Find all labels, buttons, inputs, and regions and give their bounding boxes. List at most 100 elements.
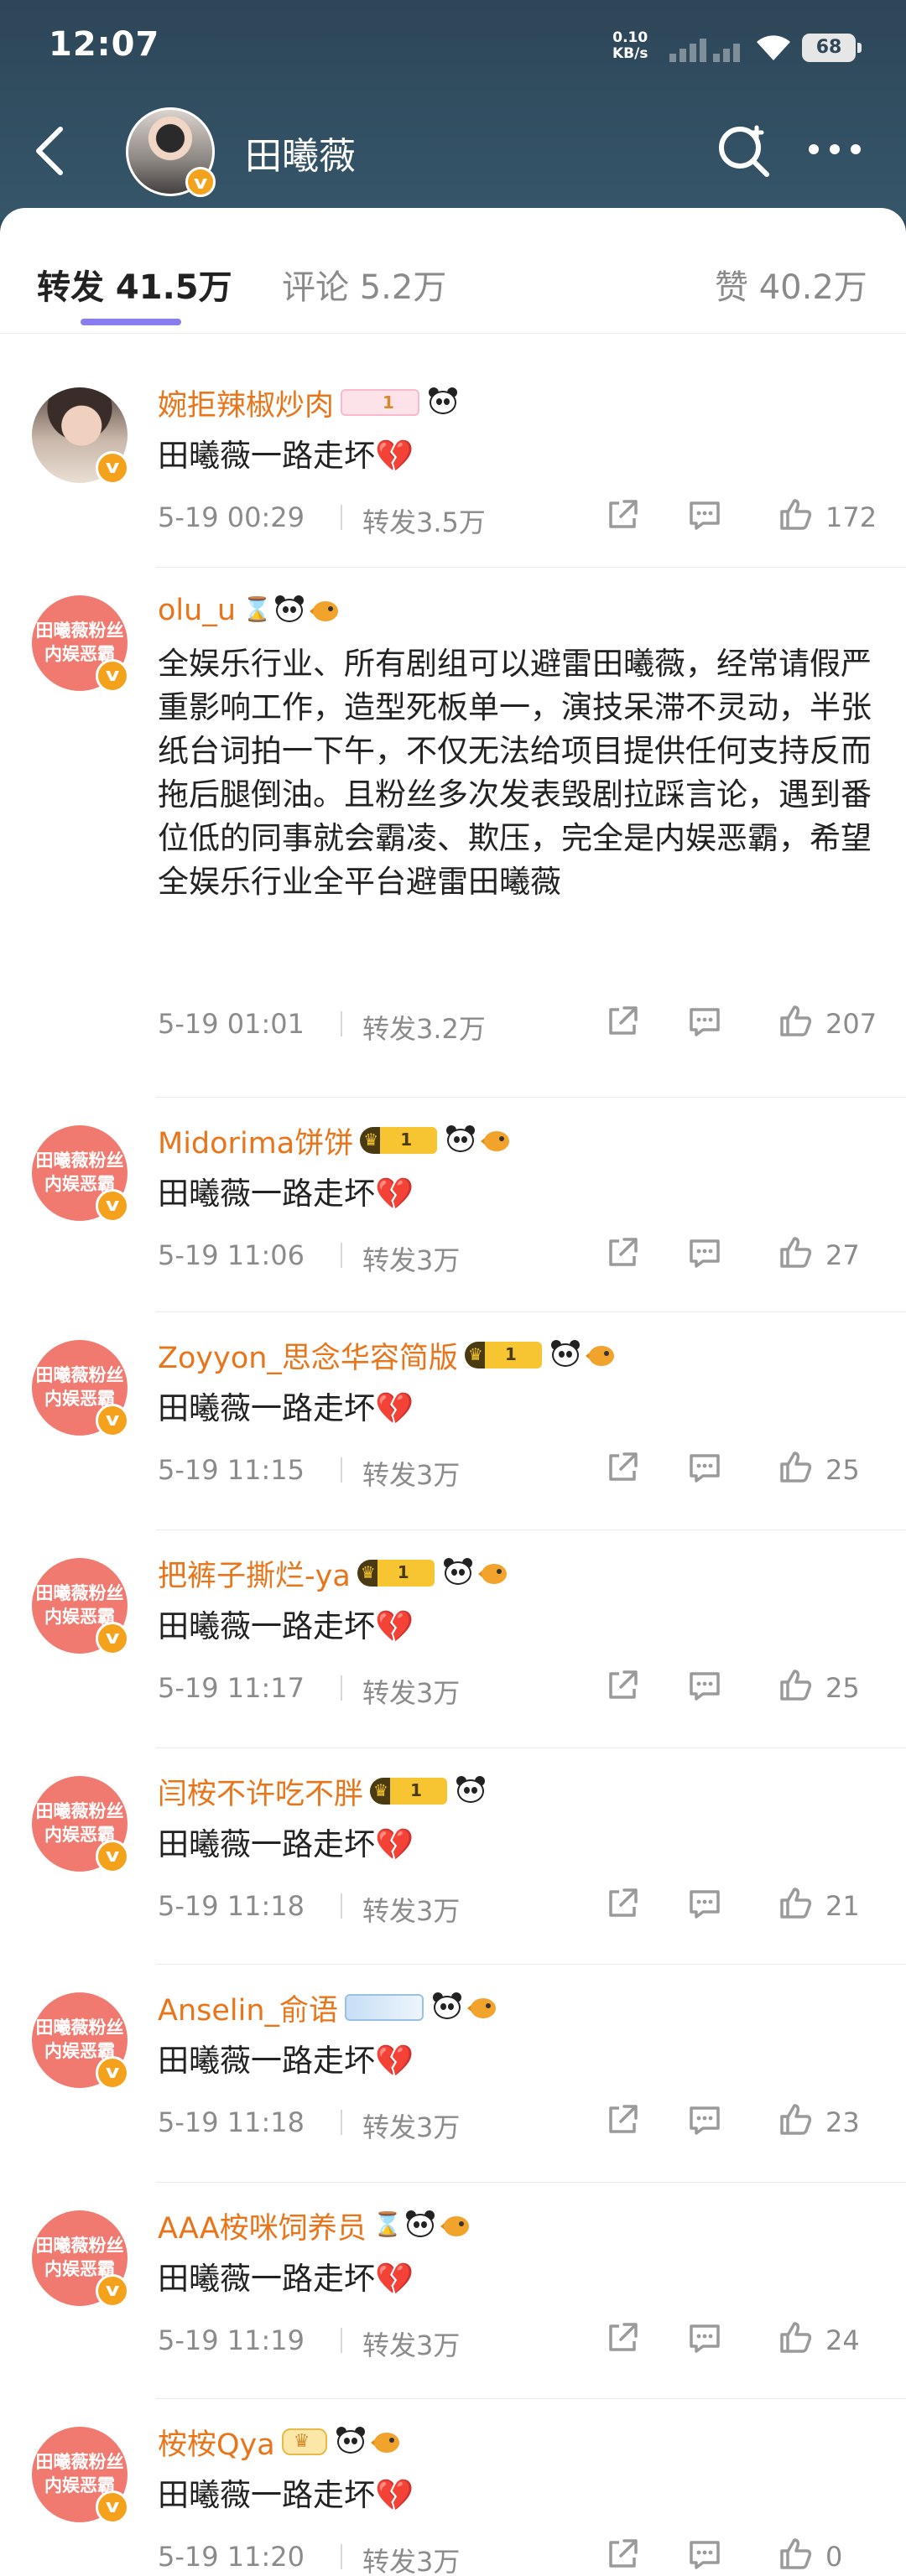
verified-v-icon: v <box>96 451 129 485</box>
comment-icon[interactable] <box>686 1667 723 1704</box>
repost-count[interactable]: 转发3万 <box>362 1890 460 1929</box>
user-name[interactable]: Zoyyon_思念华容简版 <box>158 1334 458 1377</box>
repost-time: 5-19 11:19 <box>158 2324 305 2356</box>
user-name-row: Midorima饼饼 <box>158 1119 514 1162</box>
repost-text: 田曦薇一路走坏💔 <box>158 2474 876 2517</box>
user-name-row: 婉拒辣椒炒肉 <box>158 382 458 424</box>
broken-heart-emoji: 💔 <box>375 1176 414 1212</box>
user-name-row: 桉桉Qya <box>158 2423 404 2462</box>
network-speed-value: 0.10 <box>612 29 648 46</box>
repost-text-body: 田曦薇一路走坏 <box>158 2043 375 2079</box>
status-bar: 12:07 0.10 KB/s 68 <box>0 0 906 92</box>
user-name[interactable]: AAA桉咪饲养员 <box>158 2205 367 2247</box>
row-divider <box>156 1097 906 1098</box>
like-count: 172 <box>825 501 877 533</box>
like-icon[interactable] <box>777 1003 814 1040</box>
like-icon[interactable] <box>777 1234 814 1271</box>
user-name[interactable]: 桉桉Qya <box>158 2421 275 2464</box>
repost-count[interactable]: 转发3.5万 <box>362 501 486 540</box>
tab-reposts[interactable]: 转发 41.5万 <box>37 260 232 309</box>
repost-count[interactable]: 转发3万 <box>362 1672 460 1711</box>
crown-badge-icon <box>281 2428 327 2455</box>
user-avatar[interactable]: 田曦薇粉丝 内娱恶霸 v <box>32 1340 129 1437</box>
repost-count[interactable]: 转发3万 <box>362 2541 460 2576</box>
like-icon[interactable] <box>777 2101 814 2138</box>
network-speed: 0.10 KB/s <box>612 30 648 62</box>
like-icon[interactable] <box>777 1667 814 1704</box>
repost-text-body: 田曦薇一路走坏 <box>158 1176 375 1212</box>
user-name[interactable]: olu_u <box>158 594 236 627</box>
user-avatar[interactable]: 田曦薇粉丝 内娱恶霸 v <box>32 1558 129 1655</box>
panda-icon <box>428 387 458 418</box>
user-name[interactable]: Anselin_俞语 <box>158 1987 338 2029</box>
wifi-icon <box>757 35 790 60</box>
meta-divider <box>341 2328 342 2353</box>
panda-icon <box>445 1125 476 1156</box>
profile-name[interactable]: 田曦薇 <box>245 126 356 179</box>
user-name[interactable]: Midorima饼饼 <box>158 1119 353 1162</box>
share-icon[interactable] <box>604 1234 641 1271</box>
status-time: 12:07 <box>49 25 160 64</box>
back-arrow-icon[interactable] <box>32 124 69 178</box>
share-icon[interactable] <box>604 1667 641 1704</box>
user-avatar[interactable]: 田曦薇粉丝 内娱恶霸 v <box>32 2427 129 2524</box>
row-divider <box>156 567 906 568</box>
comment-icon[interactable] <box>686 1234 723 1271</box>
comment-icon[interactable] <box>686 2536 723 2573</box>
share-icon[interactable] <box>604 1449 641 1486</box>
share-icon[interactable] <box>604 1003 641 1040</box>
row-divider <box>156 2182 906 2183</box>
repost-count[interactable]: 转发3万 <box>362 2324 460 2363</box>
user-avatar[interactable]: 田曦薇粉丝 内娱恶霸 v <box>32 1776 129 1873</box>
meta-divider <box>341 1011 342 1036</box>
comment-icon[interactable] <box>686 2101 723 2138</box>
user-name[interactable]: 婉拒辣椒炒肉 <box>158 382 334 424</box>
share-icon[interactable] <box>604 496 641 533</box>
share-icon[interactable] <box>604 2101 641 2138</box>
fish-icon <box>467 1995 501 2020</box>
user-name-row: olu_u <box>158 592 343 629</box>
member-badge-icon <box>370 1778 448 1805</box>
repost-text-body: 田曦薇一路走坏 <box>158 2477 375 2513</box>
repost-time: 5-19 00:29 <box>158 501 305 533</box>
tab-likes[interactable]: 赞 40.2万 <box>715 260 867 309</box>
comment-icon[interactable] <box>686 1449 723 1486</box>
comment-icon[interactable] <box>686 1885 723 1922</box>
user-avatar[interactable]: 田曦薇粉丝 内娱恶霸 v <box>32 1992 129 2090</box>
repost-count[interactable]: 转发3.2万 <box>362 1008 486 1046</box>
repost-count[interactable]: 转发3万 <box>362 1454 460 1493</box>
verified-v-icon: v <box>185 167 216 197</box>
fan-avatar-line1: 田曦薇粉丝 <box>35 1150 124 1171</box>
repost-count[interactable]: 转发3万 <box>362 1239 460 1278</box>
like-icon[interactable] <box>777 2536 814 2573</box>
comment-icon[interactable] <box>686 1003 723 1040</box>
share-icon[interactable] <box>604 1885 641 1922</box>
user-avatar[interactable]: 田曦薇粉丝 内娱恶霸 v <box>32 1125 129 1223</box>
user-avatar[interactable]: 田曦薇粉丝 内娱恶霸 v <box>32 595 129 693</box>
more-icon[interactable] <box>805 144 864 158</box>
like-icon[interactable] <box>777 496 814 533</box>
user-name-row: AAA桉咪饲养员 <box>158 2205 474 2247</box>
repost-time: 5-19 11:17 <box>158 1672 305 1704</box>
search-icon[interactable] <box>715 122 772 179</box>
user-avatar[interactable]: 田曦薇粉丝 内娱恶霸 v <box>32 2210 129 2308</box>
repost-meta: 5-19 11:17 转发3万 25 <box>158 1667 872 1709</box>
user-name[interactable]: 把裤子撕烂-ya <box>158 1552 351 1595</box>
share-icon[interactable] <box>604 2319 641 2356</box>
comment-icon[interactable] <box>686 496 723 533</box>
user-name[interactable]: 闫桉不许吃不胖 <box>158 1770 363 1813</box>
user-avatar[interactable]: v <box>32 387 129 485</box>
repost-time: 5-19 11:06 <box>158 1239 305 1271</box>
meta-divider <box>341 1457 342 1483</box>
comment-icon[interactable] <box>686 2319 723 2356</box>
tab-comments[interactable]: 评论 5.2万 <box>282 260 446 309</box>
user-name-row: 把裤子撕烂-ya <box>158 1552 512 1595</box>
like-icon[interactable] <box>777 1449 814 1486</box>
like-icon[interactable] <box>777 2319 814 2356</box>
like-icon[interactable] <box>777 1885 814 1922</box>
active-tab-indicator <box>81 319 181 325</box>
share-icon[interactable] <box>604 2536 641 2573</box>
profile-avatar[interactable]: v <box>126 107 216 197</box>
repost-count[interactable]: 转发3万 <box>362 2106 460 2145</box>
repost-text-body: 田曦薇一路走坏 <box>158 438 375 474</box>
